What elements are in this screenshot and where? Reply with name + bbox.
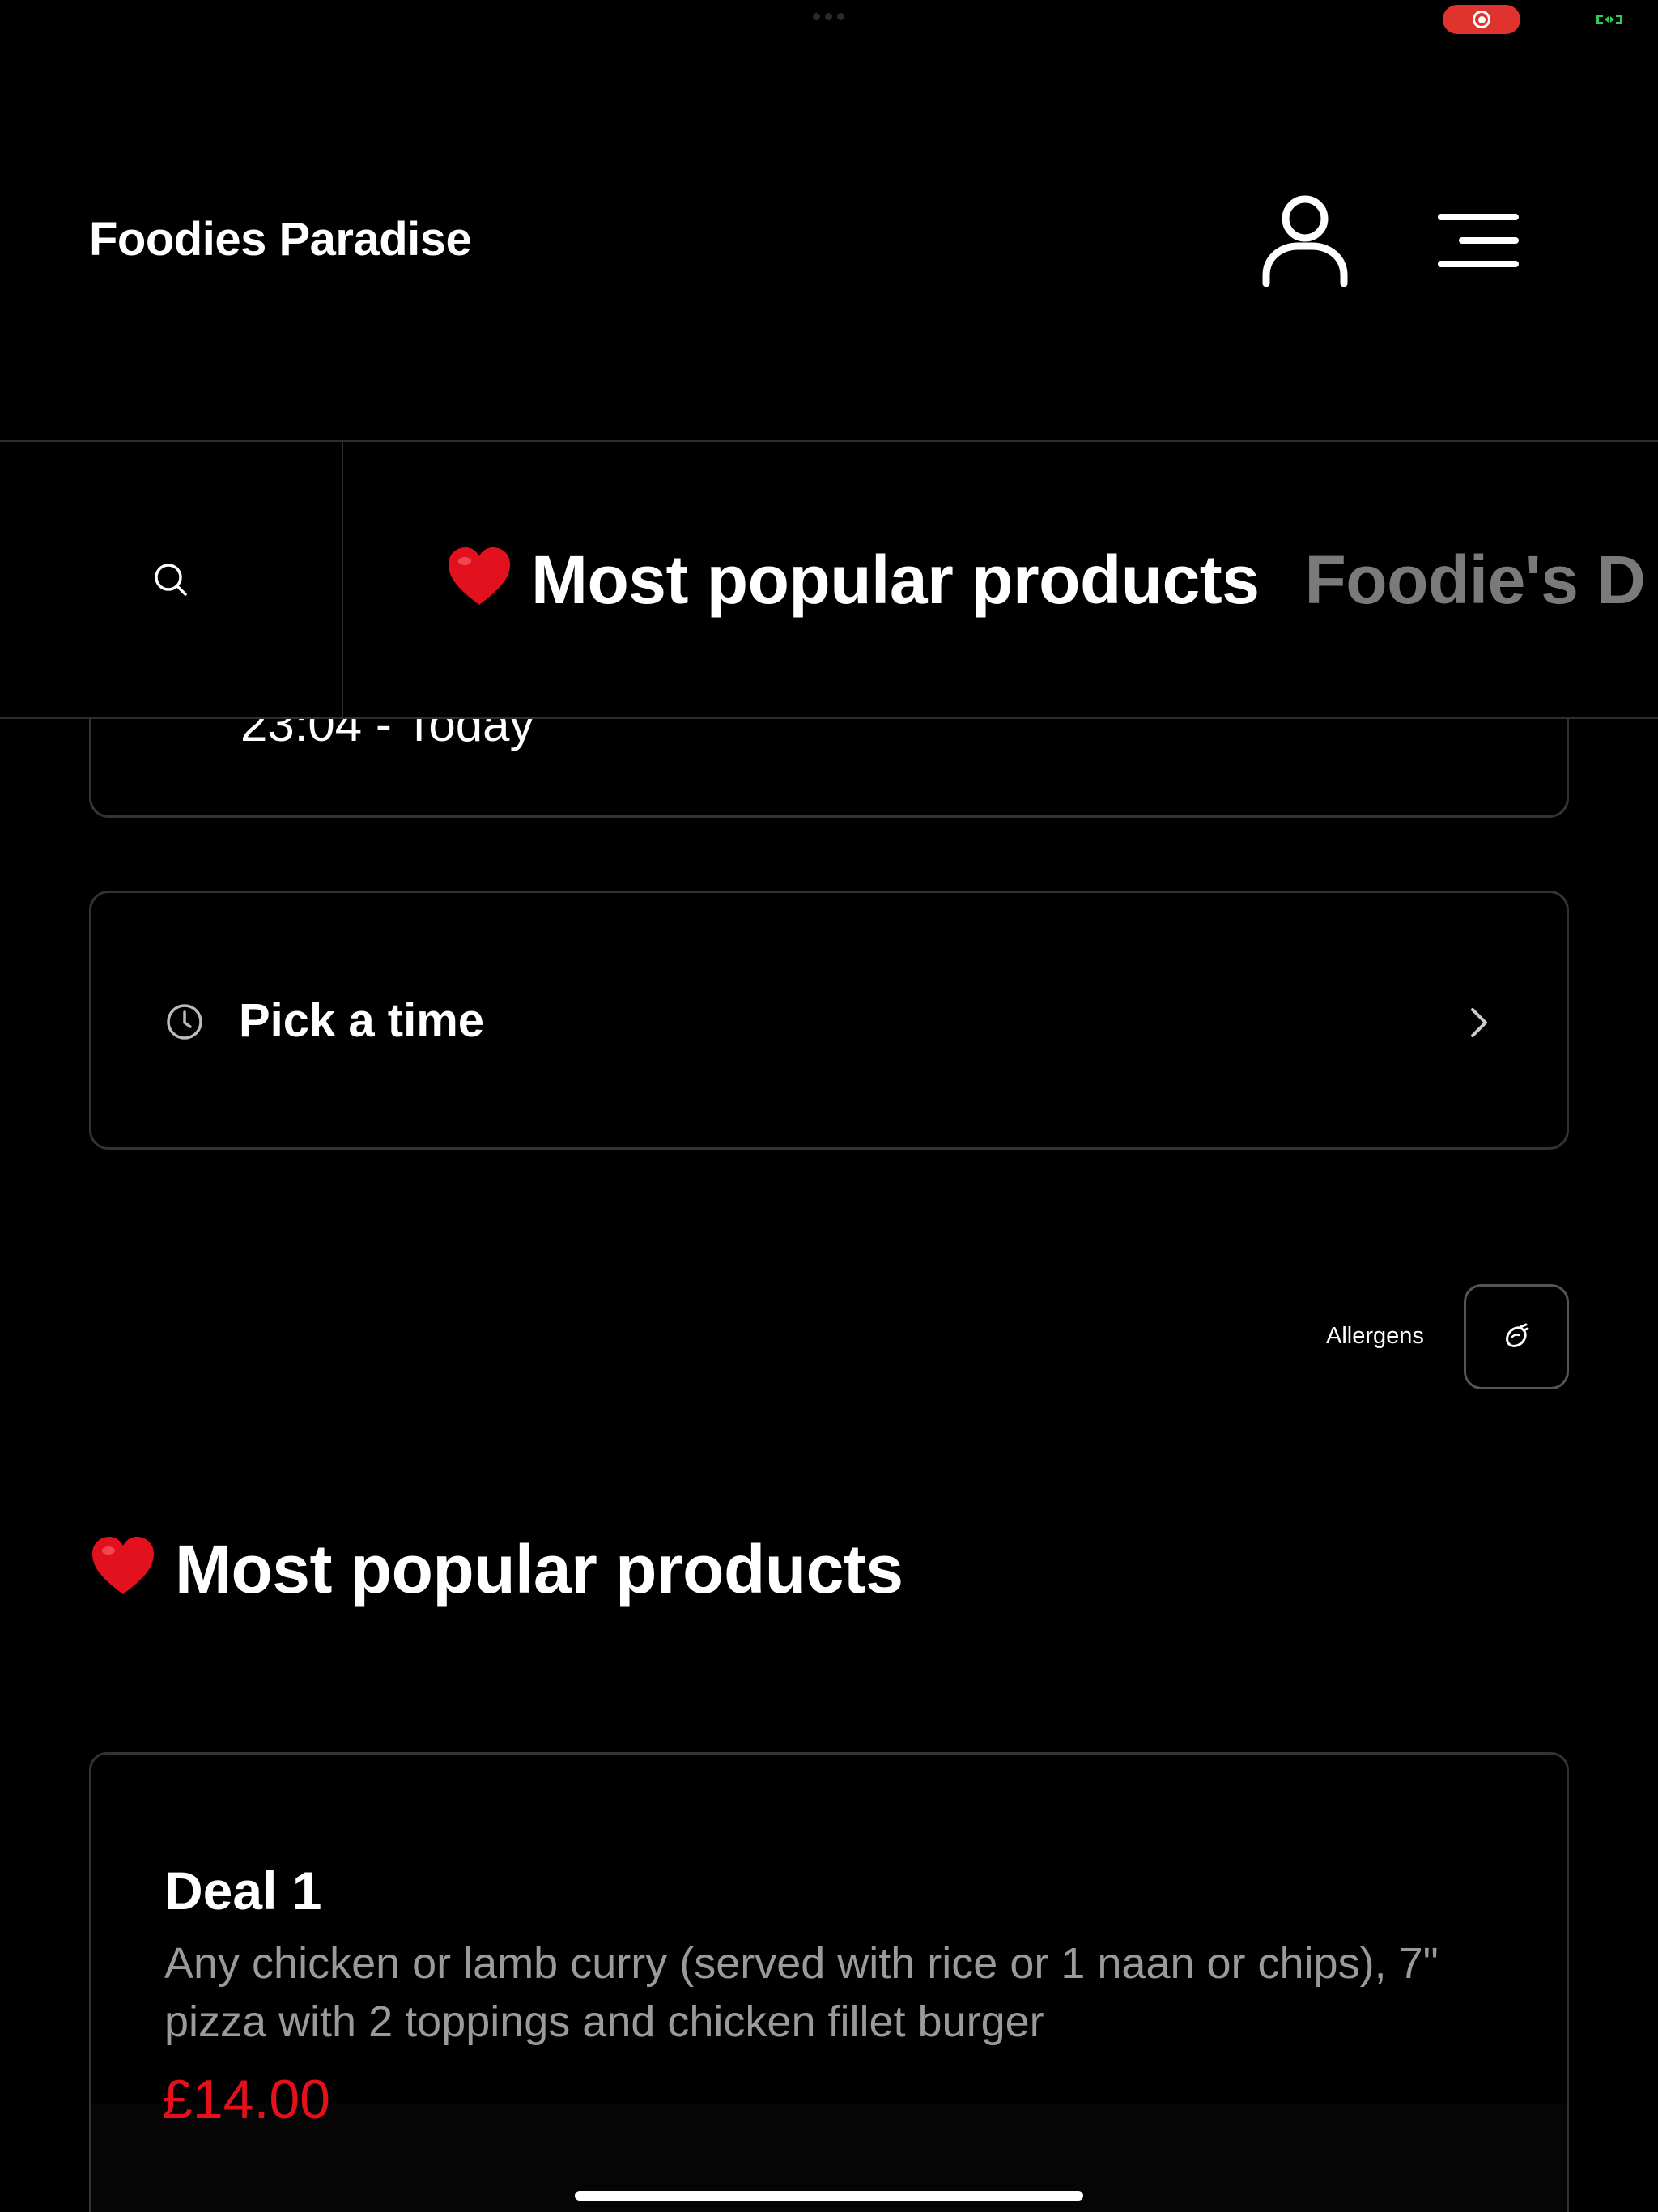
allergens-button[interactable] xyxy=(1464,1284,1569,1389)
section-title-text: Most popular products xyxy=(175,1531,903,1607)
heart-icon xyxy=(449,547,510,605)
pick-time-button[interactable]: Pick a time xyxy=(89,891,1569,1150)
clock-icon xyxy=(167,1004,202,1040)
category-tabs: Most popular products Foodie's D xyxy=(445,442,1658,717)
tab-foodies-deals[interactable]: Foodie's D xyxy=(1304,541,1646,619)
product-description: Any chicken or lamb curry (served with r… xyxy=(164,1939,1439,2046)
search-button[interactable] xyxy=(0,442,343,717)
hamburger-menu-icon[interactable] xyxy=(1438,212,1519,269)
site-header: Foodies Paradise xyxy=(0,0,1658,440)
tab-label: Most popular products xyxy=(531,541,1260,618)
pick-time-label: Pick a time xyxy=(239,994,485,1047)
allergen-nut-icon xyxy=(1506,1323,1529,1347)
home-indicator[interactable] xyxy=(575,2191,1083,2201)
section-title: Most popular products xyxy=(89,1530,903,1609)
allergens-label: Allergens xyxy=(1326,1323,1424,1349)
tab-label: Foodie's D xyxy=(1304,541,1646,618)
brand-title[interactable]: Foodies Paradise xyxy=(89,212,472,266)
product-price: £14.00 xyxy=(162,2069,330,2130)
account-icon[interactable] xyxy=(1260,191,1350,288)
tab-most-popular[interactable]: Most popular products xyxy=(445,541,1260,619)
chevron-right-icon xyxy=(1471,1008,1487,1037)
category-nav: Most popular products Foodie's D xyxy=(0,440,1658,719)
search-icon xyxy=(155,564,187,596)
product-name: Deal 1 xyxy=(164,1861,322,1921)
heart-icon xyxy=(92,1537,154,1594)
